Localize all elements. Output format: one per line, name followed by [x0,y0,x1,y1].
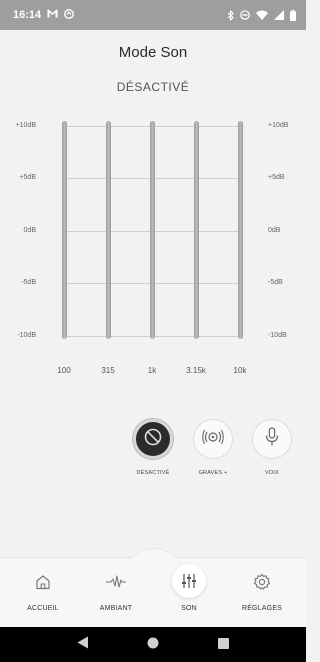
db-label-right: +10dB [268,122,289,129]
status-bar: 16:14 [0,0,306,30]
bass-boost-icon [202,429,224,450]
db-label-left: -10dB [17,332,36,339]
eq-slider-100[interactable] [62,121,67,339]
microphone-icon [265,426,279,452]
db-label-right: -5dB [268,279,283,286]
freq-label: 3.15k [186,366,206,375]
db-label-left: +10dB [15,122,36,129]
back-icon[interactable] [77,636,89,654]
mode-state-label: DÉSACTIVÉ [116,80,190,94]
recents-icon[interactable] [217,636,229,654]
status-left: 16:14 [13,8,75,22]
mode-label-voice: VOIX [265,470,279,476]
status-time: 16:14 [13,9,42,21]
nav-item-ambient[interactable]: AMBIANT [78,558,154,628]
status-right [227,9,296,21]
nav-label: AMBIANT [99,605,133,612]
db-label-right: +5dB [268,174,285,181]
nav-label: ACCUEIL [27,605,59,612]
db-label-left: 0dB [23,227,36,234]
freq-label: 10k [233,366,247,375]
mode-label-bass-boost: GRAVES + [198,470,228,476]
do-not-disturb-icon [240,10,250,20]
equalizer-sliders-icon [172,564,206,598]
page-title: Mode Son [118,44,188,61]
battery-icon [290,9,296,21]
mode-button-disabled[interactable] [133,419,173,459]
freq-label: 1k [147,366,157,375]
home-circle-icon[interactable] [147,636,159,654]
db-label-right: 0dB [268,227,281,234]
freq-label: 315 [101,366,115,375]
bluetooth-icon [227,9,234,21]
eq-slider-315[interactable] [106,121,111,339]
bottom-nav: ACCUEIL AMBIANT SON RÉGLAGES [0,548,306,628]
mode-button-voice[interactable] [252,419,292,459]
db-label-left: -5dB [21,279,36,286]
mode-label-disabled: DÉSACTIVÉ [136,470,170,476]
nav-item-sound[interactable]: SON [151,558,227,628]
nav-label: SON [181,605,197,612]
signal-icon [274,10,284,20]
mode-button-bass-boost[interactable] [193,419,233,459]
db-label-right: -10dB [268,332,287,339]
nav-label: RÉGLAGES [241,605,283,612]
disabled-icon [143,427,163,452]
nav-item-settings[interactable]: RÉGLAGES [224,558,300,628]
gear-icon [250,570,274,594]
gmail-icon [47,9,58,21]
eq-slider-3-15k[interactable] [194,121,199,339]
wifi-icon [256,10,268,20]
freq-label: 100 [57,366,71,375]
home-icon [31,570,55,594]
eq-slider-10k[interactable] [238,121,243,339]
ambient-wave-icon [104,570,128,594]
system-nav-bar [0,627,306,662]
eq-slider-1k[interactable] [150,121,155,339]
app-notification-icon [64,8,75,22]
db-label-left: +5dB [19,174,36,181]
nav-item-home[interactable]: ACCUEIL [5,558,81,628]
